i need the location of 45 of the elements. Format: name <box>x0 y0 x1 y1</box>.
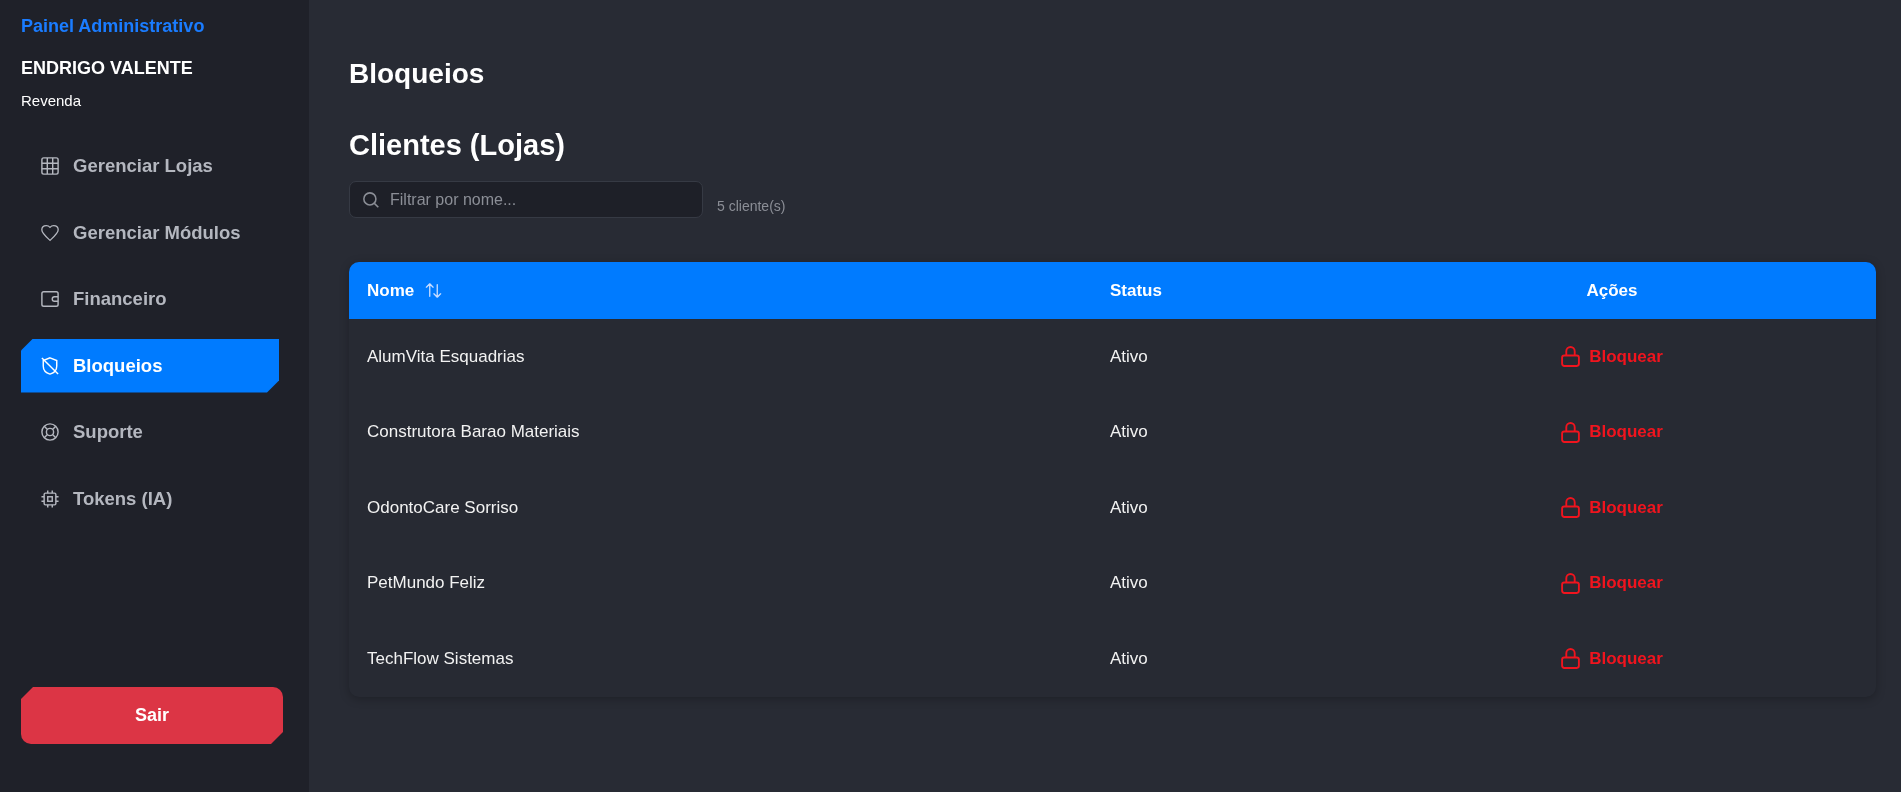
sidebar-item[interactable]: Gerenciar Módulos <box>21 205 279 260</box>
logout-button[interactable]: Sair <box>21 687 283 744</box>
block-button[interactable]: Bloquear <box>1561 572 1663 594</box>
shield-slash-icon <box>41 356 59 375</box>
sidebar-item[interactable]: Tokens (IA) <box>21 471 279 526</box>
status-text: Ativo <box>1110 648 1148 669</box>
status-text: Ativo <box>1110 422 1148 443</box>
column-header: Nome <box>367 280 415 301</box>
column-header: Status <box>1110 280 1162 301</box>
section-title: Clientes (Lojas) <box>349 128 565 162</box>
client-name: TechFlow Sistemas <box>367 648 514 669</box>
lock-icon <box>1561 648 1581 670</box>
block-button[interactable]: Bloquear <box>1561 346 1663 368</box>
client-name: OdontoCare Sorriso <box>367 497 519 518</box>
sidebar-item[interactable]: Financeiro <box>21 272 279 326</box>
block-button[interactable]: Bloquear <box>1561 421 1663 443</box>
sidebar-item[interactable]: Bloqueios <box>21 338 279 393</box>
lock-icon <box>1561 572 1581 594</box>
status-text: Ativo <box>1110 497 1148 518</box>
block-button[interactable]: Bloquear <box>1561 648 1663 670</box>
sidebar-item[interactable]: Gerenciar Lojas <box>21 139 279 193</box>
wallet-icon <box>41 290 59 308</box>
heart-icon <box>41 223 59 242</box>
search-icon <box>363 191 379 208</box>
column-header: Ações <box>1586 280 1638 301</box>
sidebar-item[interactable]: Suporte <box>21 405 279 459</box>
lifebuoy-icon <box>41 423 59 441</box>
grid-icon <box>41 157 59 175</box>
user-name: ENDRIGO VALENTE <box>21 57 193 79</box>
lock-icon <box>1561 421 1581 443</box>
block-button[interactable]: Bloquear <box>1561 497 1663 519</box>
client-name: PetMundo Feliz <box>367 573 486 594</box>
chip-icon <box>41 489 59 508</box>
page-title: Bloqueios <box>349 57 485 91</box>
app-title: Painel Administrativo <box>21 15 205 37</box>
result-count: 5 cliente(s) <box>717 198 786 215</box>
client-name: AlumVita Esquadrias <box>367 346 525 367</box>
search-field[interactable]: Filtrar por nome... <box>349 181 703 218</box>
status-text: Ativo <box>1110 346 1148 367</box>
sort-icon[interactable] <box>425 283 443 298</box>
user-role: Revenda <box>21 92 82 110</box>
client-name: Construtora Barao Materiais <box>367 422 580 443</box>
status-text: Ativo <box>1110 573 1148 594</box>
lock-icon <box>1561 346 1581 368</box>
lock-icon <box>1561 497 1581 519</box>
